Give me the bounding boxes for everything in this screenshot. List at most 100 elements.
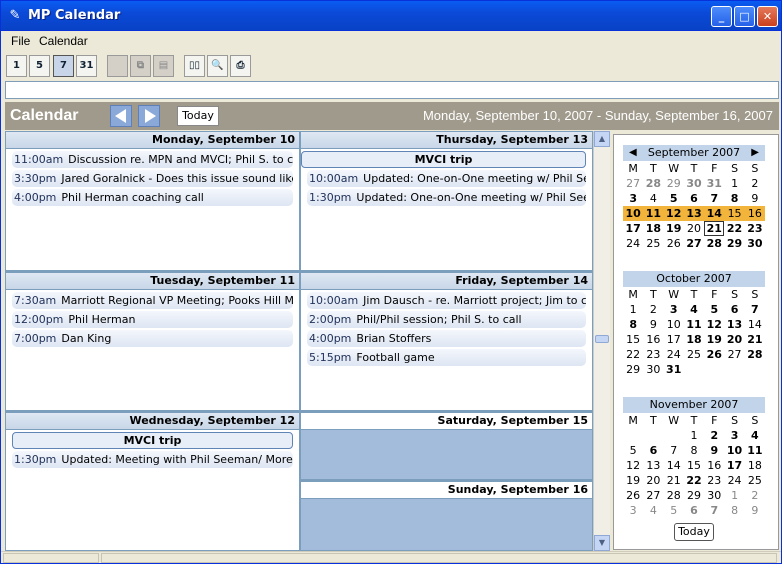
mini-day[interactable]: 19 bbox=[623, 473, 643, 488]
mini-day[interactable]: 31 bbox=[664, 362, 684, 377]
mini-day[interactable]: 30 bbox=[643, 362, 663, 377]
allday-event[interactable]: MVCI trip bbox=[12, 432, 293, 449]
mini-day[interactable]: 26 bbox=[704, 347, 724, 362]
mini-day[interactable]: 18 bbox=[643, 221, 663, 236]
mini-day[interactable]: 13 bbox=[683, 206, 705, 221]
print-preview-icon[interactable]: 🔍 bbox=[207, 55, 228, 77]
mini-day[interactable]: 2 bbox=[643, 302, 663, 317]
event-item[interactable]: 11:00am Discussion re. MPN and MVCI; Phil… bbox=[12, 151, 293, 168]
scroll-up-icon[interactable]: ▲ bbox=[594, 131, 610, 147]
mini-day[interactable]: 2 bbox=[745, 176, 765, 191]
event-item[interactable]: 7:00pm Dan King bbox=[12, 330, 293, 347]
day-cell-wednesday[interactable]: Wednesday, September 12 MVCI trip 1:30pm… bbox=[5, 411, 300, 551]
mini-day[interactable]: 29 bbox=[684, 488, 704, 503]
mini-day[interactable]: 10 bbox=[623, 206, 644, 221]
mini-day[interactable]: 6 bbox=[684, 191, 704, 206]
mini-day[interactable]: 2 bbox=[745, 488, 765, 503]
mini-day[interactable]: 4 bbox=[745, 428, 765, 443]
mini-day[interactable]: 2 bbox=[704, 428, 724, 443]
mini-day[interactable]: 8 bbox=[623, 317, 643, 332]
mini-day[interactable]: 13 bbox=[643, 458, 663, 473]
mini-day[interactable]: 9 bbox=[745, 503, 765, 518]
mini-day[interactable]: 1 bbox=[684, 428, 704, 443]
mini-day[interactable]: 18 bbox=[684, 332, 704, 347]
mini-day[interactable]: 7 bbox=[704, 503, 724, 518]
mini-day[interactable]: 4 bbox=[643, 503, 663, 518]
mini-day[interactable]: 3 bbox=[623, 503, 643, 518]
mini-day[interactable]: 11 bbox=[643, 206, 664, 221]
mini-day[interactable]: 26 bbox=[664, 236, 684, 251]
mini-day[interactable]: 27 bbox=[724, 347, 744, 362]
mini-day[interactable]: 17 bbox=[724, 458, 744, 473]
workweek-view-button[interactable]: 5 bbox=[29, 55, 50, 77]
day-cell-monday[interactable]: Monday, September 10 11:00am Discussion r… bbox=[5, 131, 300, 271]
mini-day[interactable]: 15 bbox=[724, 206, 745, 221]
mini-day[interactable]: 22 bbox=[684, 473, 704, 488]
event-item[interactable]: 3:30pm Jared Goralnick - Does this issue … bbox=[12, 170, 293, 187]
mini-day[interactable]: 1 bbox=[724, 488, 744, 503]
mini-day[interactable]: 17 bbox=[664, 332, 684, 347]
event-item[interactable]: 5:15pm Football game bbox=[307, 349, 586, 366]
mini-day[interactable]: 9 bbox=[704, 443, 724, 458]
week-view-button[interactable]: 7 bbox=[53, 55, 74, 77]
mini-day[interactable]: 18 bbox=[745, 458, 765, 473]
mini-day[interactable]: 28 bbox=[664, 488, 684, 503]
day-cell-tuesday[interactable]: Tuesday, September 11 7:30am Marriott Reg… bbox=[5, 271, 300, 411]
mini-day[interactable]: 3 bbox=[623, 191, 643, 206]
mini-day[interactable]: 5 bbox=[664, 191, 684, 206]
mini-day[interactable]: 12 bbox=[663, 206, 684, 221]
mini-day[interactable]: 17 bbox=[623, 221, 643, 236]
mini-day[interactable]: 24 bbox=[664, 347, 684, 362]
mini-day[interactable]: 15 bbox=[623, 332, 643, 347]
mini-day[interactable]: 9 bbox=[745, 191, 765, 206]
mini-day[interactable]: 9 bbox=[643, 317, 663, 332]
mini-day[interactable]: 12 bbox=[704, 317, 724, 332]
mini-day[interactable]: 25 bbox=[643, 236, 663, 251]
mini-day[interactable]: 23 bbox=[745, 221, 765, 236]
event-item[interactable]: 7:30am Marriott Regional VP Meeting; Pook… bbox=[12, 292, 293, 309]
mini-day[interactable]: 16 bbox=[744, 206, 765, 221]
mini-day[interactable]: 27 bbox=[643, 488, 663, 503]
today-button-top[interactable]: Today bbox=[177, 106, 219, 126]
mini-day[interactable]: 23 bbox=[704, 473, 724, 488]
copy-icon[interactable]: ⧉ bbox=[130, 55, 151, 77]
day-view-button[interactable]: 1 bbox=[6, 55, 27, 77]
mini-day[interactable]: 3 bbox=[664, 302, 684, 317]
month-view-button[interactable]: 31 bbox=[76, 55, 97, 77]
mini-day[interactable]: 8 bbox=[684, 443, 704, 458]
mini-day[interactable]: 10 bbox=[724, 443, 744, 458]
close-button[interactable]: ✕ bbox=[757, 6, 778, 27]
mini-day[interactable]: 16 bbox=[704, 458, 724, 473]
mini-day[interactable]: 21 bbox=[704, 221, 725, 236]
mini-day[interactable]: 15 bbox=[684, 458, 704, 473]
mini-day[interactable]: 29 bbox=[664, 176, 684, 191]
mini-day[interactable]: 11 bbox=[745, 443, 765, 458]
mini-day[interactable]: 8 bbox=[724, 503, 744, 518]
mini-day[interactable]: 16 bbox=[643, 332, 663, 347]
event-item[interactable]: 10:00am Jim Dausch - re. Marriott project… bbox=[307, 292, 586, 309]
mini-day[interactable]: 4 bbox=[684, 302, 704, 317]
mini-day[interactable]: 22 bbox=[623, 347, 643, 362]
minimize-button[interactable]: _ bbox=[711, 6, 732, 27]
mini-day[interactable]: 14 bbox=[664, 458, 684, 473]
event-item[interactable]: 12:00pm Phil Herman bbox=[12, 311, 293, 328]
maximize-button[interactable]: □ bbox=[734, 6, 755, 27]
mini-day[interactable]: 5 bbox=[623, 443, 643, 458]
event-item[interactable]: 10:00am Updated: One-on-One meeting w/ Ph… bbox=[307, 170, 586, 187]
mini-day[interactable]: 19 bbox=[664, 221, 684, 236]
mini-next-month-icon[interactable]: ▶ bbox=[751, 145, 759, 161]
vertical-scrollbar[interactable]: ▲ ▼ bbox=[593, 131, 610, 551]
menu-file[interactable]: File bbox=[11, 34, 30, 48]
scroll-down-icon[interactable]: ▼ bbox=[594, 535, 610, 551]
menu-calendar[interactable]: Calendar bbox=[39, 34, 88, 48]
mini-day[interactable]: 6 bbox=[643, 443, 663, 458]
event-item[interactable]: 4:00pm Brian Stoffers bbox=[307, 330, 586, 347]
mini-day[interactable]: 30 bbox=[745, 236, 765, 251]
event-item[interactable]: 2:00pm Phil/Phil session; Phil S. to call bbox=[307, 311, 586, 328]
today-button[interactable]: Today bbox=[674, 523, 714, 541]
event-item[interactable]: 1:30pm Updated: Meeting with Phil Seeman/… bbox=[12, 451, 293, 468]
mini-day[interactable]: 28 bbox=[643, 176, 663, 191]
mini-day[interactable]: 24 bbox=[724, 473, 744, 488]
mini-day[interactable]: 11 bbox=[684, 317, 704, 332]
mini-day[interactable]: 6 bbox=[684, 503, 704, 518]
